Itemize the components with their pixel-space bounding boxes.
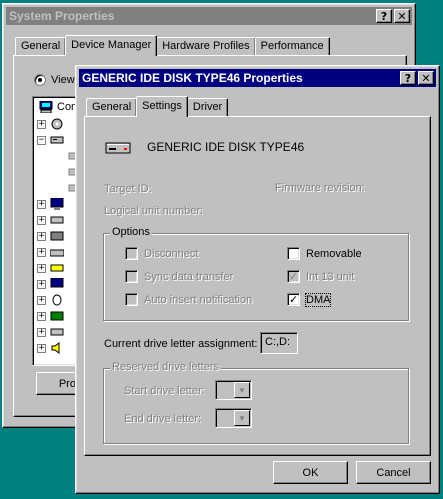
current-drive-field: C:,D: bbox=[260, 332, 298, 354]
dma-checkbox[interactable]: ✓ bbox=[287, 293, 300, 306]
options-legend: Options bbox=[110, 226, 152, 238]
system-properties-tabs: General Device Manager Hardware Profiles… bbox=[15, 35, 330, 56]
ok-button[interactable]: OK bbox=[273, 461, 348, 484]
reserved-drives-group: Reserved drive letters bbox=[103, 361, 409, 444]
mouse-icon bbox=[52, 294, 62, 306]
tree-item[interactable]: + bbox=[37, 228, 64, 244]
tree-item[interactable]: + bbox=[37, 276, 64, 292]
start-drive-label: Start drive letter: bbox=[124, 385, 205, 397]
close-button[interactable]: ✕ bbox=[394, 9, 410, 23]
tree-item[interactable]: + bbox=[37, 116, 64, 132]
device-name: GENERIC IDE DISK TYPE46 bbox=[147, 140, 305, 154]
sync-transfer-label: Sync data transfer bbox=[144, 271, 234, 283]
tree-item[interactable]: + bbox=[37, 340, 64, 356]
display-icon bbox=[50, 198, 64, 210]
dialog-tabs: General Settings Driver bbox=[86, 96, 229, 117]
floppy-icon bbox=[50, 216, 64, 224]
help-button[interactable]: ? bbox=[400, 71, 416, 85]
tab-general[interactable]: General bbox=[86, 98, 138, 116]
tree-item[interactable]: + bbox=[37, 196, 64, 212]
expand-icon[interactable]: + bbox=[37, 119, 46, 129]
sound-icon bbox=[51, 342, 60, 354]
int13-label: Int 13 unit bbox=[306, 271, 355, 283]
expand-icon[interactable]: + bbox=[37, 343, 46, 353]
cdrom-icon bbox=[51, 118, 63, 130]
auto-insert-label: Auto insert notification bbox=[144, 294, 253, 306]
tree-root[interactable]: Com bbox=[35, 99, 80, 115]
logical-unit-label: Logical unit number: bbox=[104, 205, 204, 217]
tab-device-manager[interactable]: Device Manager bbox=[65, 35, 158, 56]
expand-icon[interactable]: + bbox=[37, 311, 46, 321]
removable-label: Removable bbox=[306, 248, 362, 260]
reserved-drives-legend: Reserved drive letters bbox=[110, 361, 221, 373]
tree-item[interactable]: − bbox=[37, 132, 64, 148]
sync-transfer-checkbox[interactable] bbox=[125, 270, 138, 283]
settings-panel: GENERIC IDE DISK TYPE46 Target ID: Firmw… bbox=[84, 116, 431, 456]
current-drive-value: C:,D: bbox=[265, 336, 291, 348]
tree-item[interactable]: + bbox=[37, 212, 64, 228]
expand-icon[interactable]: + bbox=[37, 231, 46, 241]
end-drive-label: End drive letter: bbox=[124, 413, 202, 425]
keyboard-icon bbox=[50, 249, 64, 257]
disconnect-checkbox[interactable] bbox=[125, 247, 138, 260]
tree-item[interactable]: + bbox=[37, 292, 64, 308]
expand-icon[interactable]: + bbox=[37, 263, 46, 273]
tree-item[interactable]: + bbox=[37, 260, 64, 276]
removable-checkbox[interactable] bbox=[287, 247, 300, 260]
expand-icon[interactable]: + bbox=[37, 215, 46, 225]
dropdown-arrow-icon[interactable]: ▼ bbox=[234, 410, 250, 426]
expand-icon[interactable]: + bbox=[37, 279, 46, 289]
disk-properties-titlebar[interactable]: GENERIC IDE DISK TYPE46 Properties ? ✕ bbox=[79, 69, 436, 87]
target-id-label: Target ID: bbox=[104, 183, 152, 195]
system-properties-title: System Properties bbox=[9, 9, 115, 23]
ports-icon bbox=[50, 328, 64, 336]
disk-properties-dialog: GENERIC IDE DISK TYPE46 Properties ? ✕ G… bbox=[75, 65, 440, 494]
dialog-title: GENERIC IDE DISK TYPE46 Properties bbox=[82, 71, 303, 85]
checkmark-icon: ✓ bbox=[289, 270, 299, 283]
controller-icon bbox=[50, 231, 64, 241]
dropdown-arrow-icon[interactable]: ▼ bbox=[234, 382, 250, 398]
current-drive-label: Current drive letter assignment: bbox=[104, 338, 258, 350]
int13-checkbox[interactable]: ✓ bbox=[287, 270, 300, 283]
end-drive-select[interactable]: ▼ bbox=[215, 408, 252, 428]
view-radio-label: View bbox=[51, 74, 75, 86]
firmware-revision-label: Firmware revision: bbox=[275, 182, 365, 194]
tree-item[interactable]: + bbox=[37, 324, 64, 340]
modem-icon bbox=[50, 264, 64, 272]
tab-general[interactable]: General bbox=[15, 37, 67, 55]
view-by-type-radio[interactable] bbox=[34, 74, 46, 86]
checkmark-icon: ✓ bbox=[289, 293, 299, 306]
computer-icon bbox=[39, 101, 53, 113]
tree-item[interactable]: + bbox=[37, 308, 64, 324]
disconnect-label: Disconnect bbox=[144, 248, 199, 260]
radio-dot-icon bbox=[38, 78, 42, 82]
tab-settings[interactable]: Settings bbox=[136, 96, 188, 117]
expand-icon[interactable]: + bbox=[37, 327, 46, 337]
collapse-icon[interactable]: − bbox=[37, 135, 46, 145]
disk-drives-icon bbox=[50, 136, 64, 144]
expand-icon[interactable]: + bbox=[37, 295, 46, 305]
expand-icon[interactable]: + bbox=[37, 199, 46, 209]
tab-hardware-profiles[interactable]: Hardware Profiles bbox=[156, 37, 256, 55]
system-properties-titlebar[interactable]: System Properties ? ✕ bbox=[6, 7, 412, 25]
tree-item[interactable]: + bbox=[37, 244, 64, 260]
help-button[interactable]: ? bbox=[376, 9, 392, 23]
hard-disk-icon bbox=[105, 142, 131, 154]
network-icon bbox=[50, 311, 64, 321]
auto-insert-checkbox[interactable] bbox=[125, 293, 138, 306]
close-button[interactable]: ✕ bbox=[418, 71, 434, 85]
start-drive-select[interactable]: ▼ bbox=[215, 380, 252, 400]
expand-icon[interactable]: + bbox=[37, 247, 46, 257]
tab-performance[interactable]: Performance bbox=[254, 37, 330, 55]
cancel-button[interactable]: Cancel bbox=[356, 461, 431, 484]
tab-driver[interactable]: Driver bbox=[186, 98, 229, 116]
monitor-icon bbox=[50, 278, 64, 288]
dma-label: DMA bbox=[304, 293, 332, 307]
